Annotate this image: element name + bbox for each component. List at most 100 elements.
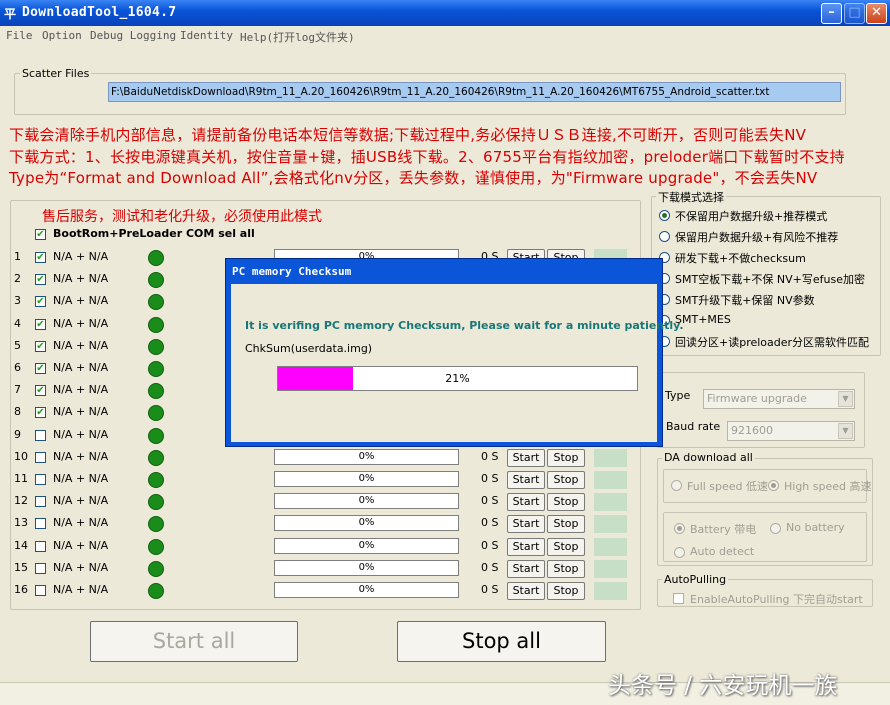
- mode-option-radio[interactable]: [659, 210, 670, 221]
- port-label: N/A + N/A: [53, 561, 109, 574]
- port-time: 0 S: [481, 516, 499, 529]
- port-stop-button[interactable]: Stop: [547, 582, 585, 600]
- battery-label: Battery 带电: [690, 523, 757, 536]
- full-speed-radio[interactable]: [671, 480, 682, 491]
- download-mode-label: 下载模式选择: [656, 189, 726, 205]
- port-status-icon: [148, 361, 164, 377]
- port-start-button[interactable]: Start: [507, 582, 545, 600]
- port-checkbox[interactable]: ✔: [35, 296, 46, 307]
- port-checkbox[interactable]: [35, 585, 46, 596]
- port-checkbox[interactable]: [35, 518, 46, 529]
- port-checkbox[interactable]: [35, 496, 46, 507]
- port-time: 0 S: [481, 494, 499, 507]
- port-status-icon: [148, 339, 164, 355]
- scatter-label: Scatter Files: [20, 67, 92, 80]
- com-sel-all-checkbox[interactable]: ✔: [35, 229, 46, 240]
- port-stop-button[interactable]: Stop: [547, 538, 585, 556]
- dialog-body: It is verifing PC memory Checksum, Pleas…: [231, 284, 684, 442]
- title-bar[interactable]: 平 DownloadTool_1604.7 – □ ✕: [0, 0, 890, 26]
- menu-help[interactable]: Help(打开log文件夹): [240, 29, 355, 45]
- port-progress-bar: 0%: [274, 560, 459, 576]
- port-number: 3: [14, 294, 21, 307]
- port-label: N/A + N/A: [53, 272, 109, 285]
- high-speed-radio[interactable]: [768, 480, 779, 491]
- port-stop-button[interactable]: Stop: [547, 560, 585, 578]
- baud-select[interactable]: 921600 ▼: [727, 421, 855, 441]
- type-select[interactable]: Firmware upgrade ▼: [703, 389, 855, 409]
- dialog-title: PC memory Checksum: [232, 265, 352, 278]
- dialog-progress-bar: 21%: [277, 366, 638, 391]
- port-start-button[interactable]: Start: [507, 515, 545, 533]
- port-checkbox[interactable]: ✔: [35, 252, 46, 263]
- menu-option[interactable]: Option: [42, 29, 82, 42]
- port-checkbox[interactable]: [35, 541, 46, 552]
- port-result-indicator: [594, 493, 627, 511]
- port-label: N/A + N/A: [53, 450, 109, 463]
- menu-bar: File Option Debug Logging Identity Help(…: [0, 27, 890, 45]
- mode-option-radio[interactable]: [659, 231, 670, 242]
- port-status-icon: [148, 428, 164, 444]
- port-number: 5: [14, 339, 21, 352]
- type-value: Firmware upgrade: [707, 392, 807, 405]
- port-label: N/A + N/A: [53, 383, 109, 396]
- port-number: 12: [14, 494, 28, 507]
- port-number: 2: [14, 272, 21, 285]
- port-status-icon: [148, 583, 164, 599]
- close-button[interactable]: ✕: [866, 3, 887, 24]
- port-start-button[interactable]: Start: [507, 560, 545, 578]
- port-time: 0 S: [481, 472, 499, 485]
- no-battery-radio[interactable]: [770, 523, 781, 534]
- watermark: 头条号 / 六安玩机一族: [608, 673, 838, 699]
- port-start-button[interactable]: Start: [507, 493, 545, 511]
- auto-detect-radio[interactable]: [674, 547, 685, 558]
- port-stop-button[interactable]: Stop: [547, 515, 585, 533]
- port-number: 8: [14, 405, 21, 418]
- port-label: N/A + N/A: [53, 428, 109, 441]
- port-status-icon: [148, 561, 164, 577]
- autopulling-checkbox-label: EnableAutoPulling 下完自动start: [690, 593, 863, 606]
- port-checkbox[interactable]: ✔: [35, 341, 46, 352]
- port-checkbox[interactable]: ✔: [35, 407, 46, 418]
- port-stop-button[interactable]: Stop: [547, 493, 585, 511]
- scatter-path-field[interactable]: F:\BaiduNetdiskDownload\R9tm_11_A.20_160…: [108, 82, 841, 102]
- dialog-message: It is verifing PC memory Checksum, Pleas…: [245, 319, 684, 332]
- port-status-icon: [148, 272, 164, 288]
- autopulling-checkbox[interactable]: [673, 593, 684, 604]
- port-status-icon: [148, 472, 164, 488]
- dialog-progress-text: 21%: [445, 372, 470, 385]
- port-checkbox[interactable]: ✔: [35, 319, 46, 330]
- menu-debug-logging[interactable]: Debug Logging: [90, 29, 176, 42]
- port-checkbox[interactable]: [35, 430, 46, 441]
- port-start-button[interactable]: Start: [507, 449, 545, 467]
- minimize-button[interactable]: –: [821, 3, 842, 24]
- maximize-button[interactable]: □: [844, 3, 865, 24]
- stop-all-button[interactable]: Stop all: [397, 621, 606, 662]
- port-stop-button[interactable]: Stop: [547, 449, 585, 467]
- port-start-button[interactable]: Start: [507, 471, 545, 489]
- port-number: 16: [14, 583, 28, 596]
- battery-radio[interactable]: [674, 523, 685, 534]
- port-progress-bar: 0%: [274, 449, 459, 465]
- port-checkbox[interactable]: [35, 452, 46, 463]
- port-checkbox[interactable]: [35, 563, 46, 574]
- port-checkbox[interactable]: ✔: [35, 363, 46, 374]
- start-all-button[interactable]: Start all: [90, 621, 298, 662]
- port-checkbox[interactable]: ✔: [35, 274, 46, 285]
- menu-identity[interactable]: Identity: [180, 29, 233, 42]
- port-label: N/A + N/A: [53, 472, 109, 485]
- mode-option-label: SMT升级下载+保留 NV参数: [675, 294, 815, 307]
- mode-option-label: 研发下载+不做checksum: [675, 252, 806, 265]
- baud-label: Baud rate: [666, 420, 721, 433]
- port-label: N/A + N/A: [53, 339, 109, 352]
- chevron-down-icon: ▼: [838, 391, 853, 407]
- port-time: 0 S: [481, 450, 499, 463]
- port-label: N/A + N/A: [53, 494, 109, 507]
- port-checkbox[interactable]: [35, 474, 46, 485]
- port-result-indicator: [594, 515, 627, 533]
- port-start-button[interactable]: Start: [507, 538, 545, 556]
- port-checkbox[interactable]: ✔: [35, 385, 46, 396]
- app-icon: 平: [4, 7, 17, 21]
- menu-file[interactable]: File: [6, 29, 33, 42]
- port-stop-button[interactable]: Stop: [547, 471, 585, 489]
- port-label: N/A + N/A: [53, 317, 109, 330]
